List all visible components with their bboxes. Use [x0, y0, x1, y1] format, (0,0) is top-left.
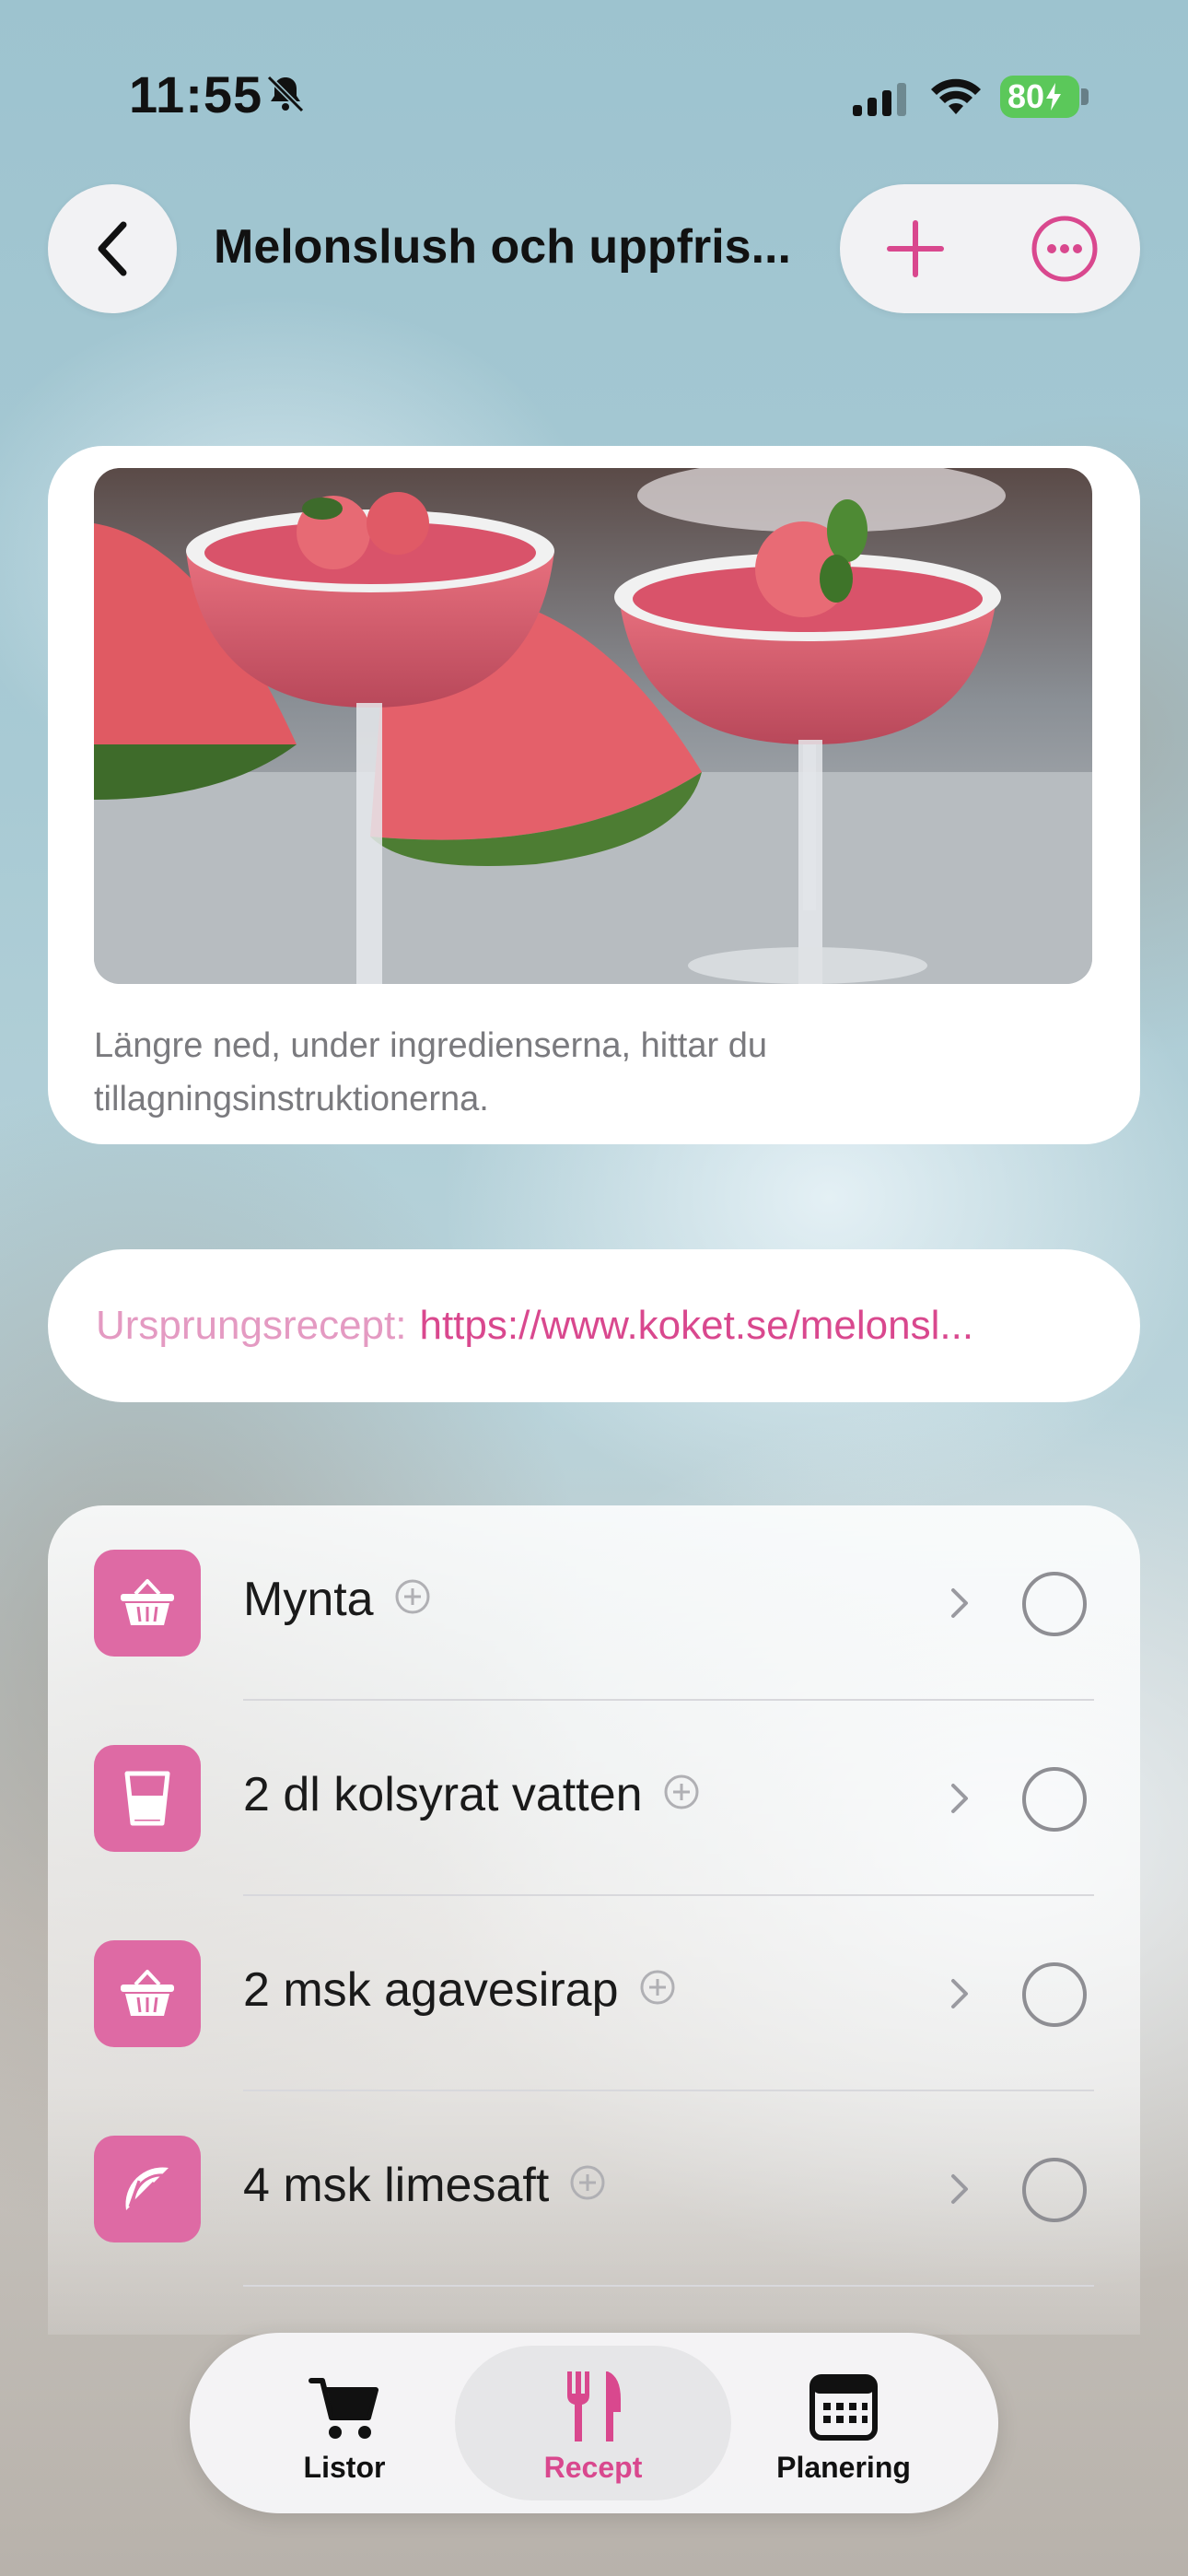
recipe-photo[interactable]	[94, 468, 1092, 984]
ingredient-label: 2 msk agavesirap	[243, 1962, 676, 2018]
battery-indicator: 80	[1000, 76, 1079, 118]
battery-tip	[1081, 88, 1089, 105]
chevron-right-icon	[951, 2174, 968, 2204]
chevron-right-icon	[951, 1979, 968, 2008]
tab-bar: Listor Recept Planering	[190, 2333, 998, 2513]
nav-actions-group	[840, 184, 1140, 313]
charging-bolt-icon	[1046, 83, 1062, 111]
calendar-icon	[809, 2374, 878, 2441]
ellipsis-circle-icon[interactable]	[1028, 212, 1101, 286]
back-button[interactable]	[48, 184, 177, 313]
plus-circle-icon[interactable]	[639, 1969, 676, 2006]
list-item[interactable]: 2 dl kolsyrat vatten	[48, 1701, 1140, 1896]
plus-icon[interactable]	[879, 212, 952, 286]
signal-icon	[853, 83, 906, 116]
plus-circle-icon[interactable]	[569, 2164, 606, 2201]
watermelon-slush-illustration	[94, 468, 1092, 984]
tab-planering[interactable]: Planering	[705, 2346, 982, 2500]
source-label: Ursprungsrecept:	[96, 1303, 407, 1348]
plus-circle-icon[interactable]	[663, 1774, 700, 1810]
tab-label: Planering	[776, 2451, 911, 2484]
tab-listor[interactable]: Listor	[206, 2346, 483, 2500]
citrus-slice-icon	[94, 2136, 201, 2242]
source-recipe-link[interactable]: Ursprungsrecept: https://www.koket.se/me…	[48, 1249, 1140, 1402]
page-title: Melonslush och uppfris...	[214, 220, 791, 274]
tab-label: Recept	[543, 2451, 643, 2484]
wifi-icon	[931, 78, 981, 114]
ingredient-label: 4 msk limesaft	[243, 2158, 606, 2213]
checkbox-circle[interactable]	[1022, 1572, 1087, 1636]
status-time: 11:55	[129, 65, 263, 123]
tab-recept[interactable]: Recept	[455, 2346, 731, 2500]
recipe-caption: Längre ned, under ingredienserna, hittar…	[94, 1026, 767, 1118]
glass-icon	[94, 1745, 201, 1852]
ingredients-list: Mynta 2 dl kolsyrat vatten 2 msk agavesi…	[48, 1505, 1140, 2335]
checkbox-circle[interactable]	[1022, 1962, 1087, 2027]
fork-knife-icon	[567, 2371, 621, 2441]
list-item[interactable]: 4 msk limesaft	[48, 2091, 1140, 2287]
divider	[243, 2285, 1094, 2287]
tab-label: Listor	[303, 2451, 386, 2484]
bell-slash-icon	[266, 75, 305, 113]
ingredient-label: 2 dl kolsyrat vatten	[243, 1767, 700, 1822]
checkbox-circle[interactable]	[1022, 1767, 1087, 1832]
list-item[interactable]: Mynta	[48, 1505, 1140, 1701]
checkbox-circle[interactable]	[1022, 2158, 1087, 2222]
ingredient-name: 2 msk agavesirap	[243, 1963, 619, 2017]
ingredient-name: Mynta	[243, 1573, 374, 1626]
status-bar: 11:55 80	[0, 0, 1188, 184]
chevron-right-icon	[951, 1784, 968, 1813]
source-url[interactable]: https://www.koket.se/melonsl...	[419, 1303, 973, 1349]
chevron-right-icon	[951, 1588, 968, 1618]
list-item[interactable]: 2 msk agavesirap	[48, 1896, 1140, 2091]
ingredient-label: Mynta	[243, 1572, 431, 1627]
ingredient-name: 2 dl kolsyrat vatten	[243, 1768, 643, 1821]
recipe-image-card: Längre ned, under ingredienserna, hittar…	[48, 446, 1140, 1144]
cart-icon	[309, 2378, 379, 2439]
basket-icon	[94, 1550, 201, 1657]
chevron-left-icon	[98, 221, 127, 276]
ingredient-name: 4 msk limesaft	[243, 2159, 550, 2212]
basket-icon	[94, 1940, 201, 2047]
battery-level: 80	[1007, 77, 1045, 115]
plus-circle-icon[interactable]	[394, 1578, 431, 1615]
